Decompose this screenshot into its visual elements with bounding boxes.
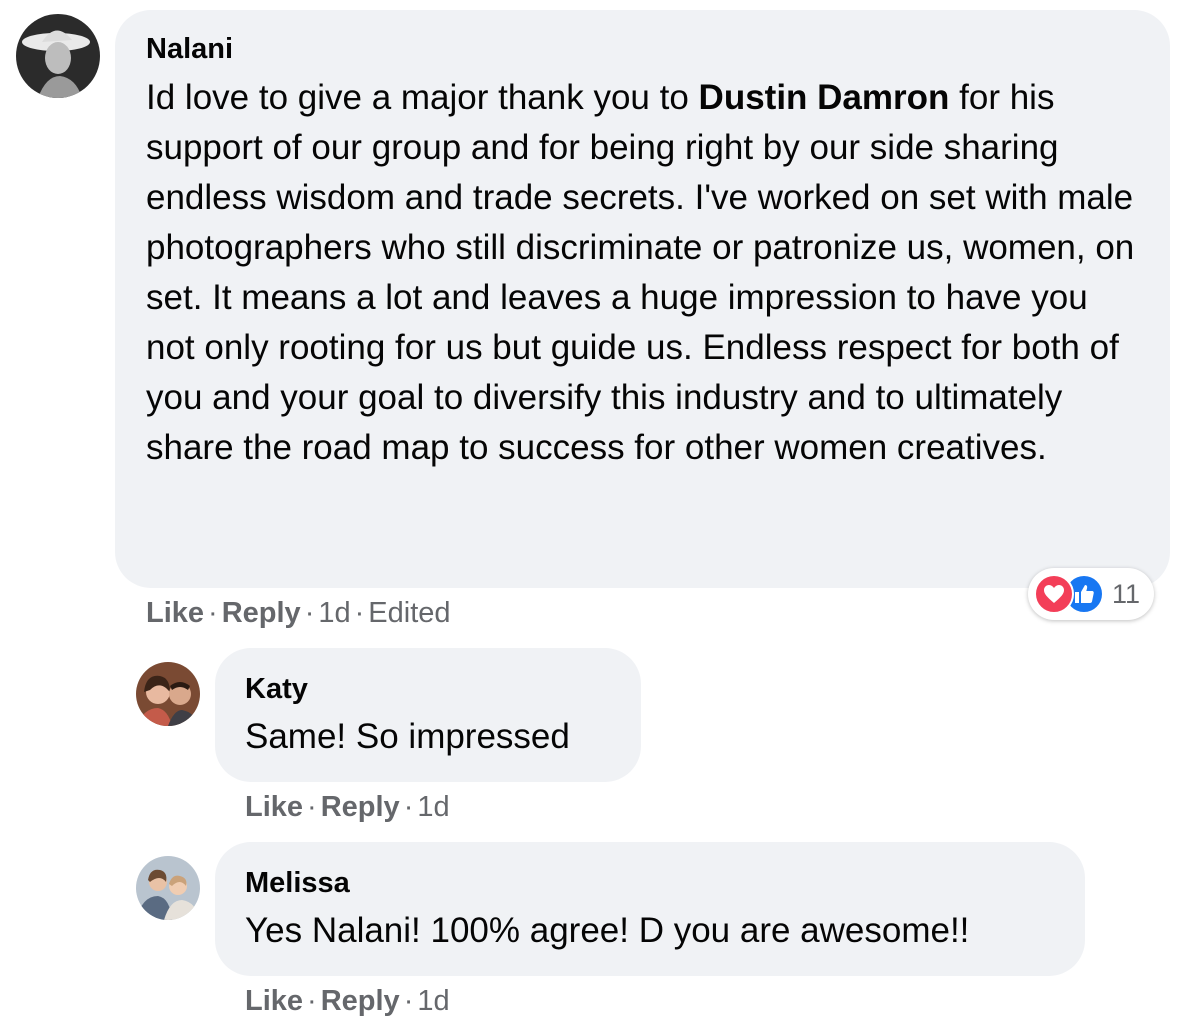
like-button[interactable]: Like (245, 985, 303, 1017)
timestamp[interactable]: 1d (417, 791, 449, 823)
comment-bubble-melissa: Melissa Yes Nalani! 100% agree! D you ar… (215, 842, 1085, 976)
profile-photo-icon (136, 856, 200, 920)
separator: · (304, 597, 315, 629)
edited-label[interactable]: Edited (368, 597, 450, 629)
comment-actions: Like · Reply · 1d · Edited (146, 596, 451, 630)
reaction-count: 11 (1112, 578, 1141, 609)
like-button[interactable]: Like (245, 791, 303, 823)
comment-author[interactable]: Melissa (245, 866, 1055, 900)
comment-text: Yes Nalani! 100% agree! D you are awesom… (245, 911, 970, 950)
comment-text-part: for his support of our group and for bei… (146, 78, 1135, 467)
timestamp[interactable]: 1d (417, 985, 449, 1017)
comment-bubble-katy: Katy Same! So impressed (215, 648, 641, 782)
separator: · (307, 985, 317, 1017)
separator: · (403, 791, 414, 823)
timestamp[interactable]: 1d (318, 597, 350, 629)
avatar-katy[interactable] (136, 662, 200, 726)
profile-photo-icon (16, 14, 100, 98)
comment-actions: Like · Reply · 1d (245, 984, 450, 1018)
comment-bubble-nalani: Nalani Id love to give a major thank you… (115, 10, 1170, 588)
reaction-summary[interactable]: 11 (1028, 568, 1155, 620)
separator: · (354, 597, 365, 629)
avatar-melissa[interactable] (136, 856, 200, 920)
reply-button[interactable]: Reply (222, 597, 301, 629)
love-icon (1034, 574, 1074, 614)
mention-link[interactable]: Dustin Damron (699, 78, 950, 117)
comment-text-part: Id love to give a major thank you to (146, 78, 699, 117)
profile-photo-icon (136, 662, 200, 726)
comment-text: Id love to give a major thank you to Dus… (146, 73, 1140, 473)
comment-text: Same! So impressed (245, 717, 570, 756)
comment-author[interactable]: Katy (245, 672, 611, 706)
comment-actions: Like · Reply · 1d (245, 790, 450, 824)
separator: · (208, 597, 218, 629)
reply-button[interactable]: Reply (321, 985, 400, 1017)
separator: · (403, 985, 414, 1017)
comment-author[interactable]: Nalani (146, 32, 1140, 66)
reply-button[interactable]: Reply (321, 791, 400, 823)
avatar-nalani[interactable] (16, 14, 100, 98)
separator: · (307, 791, 317, 823)
like-button[interactable]: Like (146, 597, 204, 629)
